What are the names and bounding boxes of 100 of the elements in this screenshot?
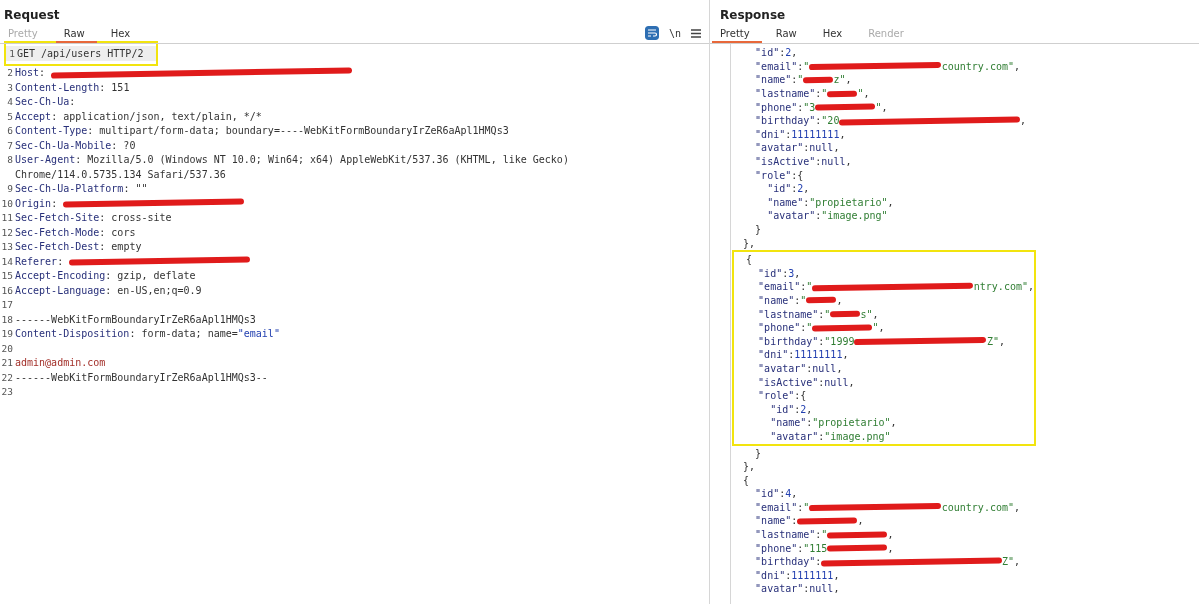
code-text: Origin: — [15, 197, 59, 209]
line-number: 7 — [6, 139, 13, 151]
redaction-mark — [815, 103, 876, 111]
code-text: "phone":" — [758, 322, 813, 334]
redaction-mark — [803, 76, 834, 84]
tab[interactable]: Hex — [814, 26, 855, 43]
code-text: Content-Type: multipart/form-data; boundary=----WebKitFormBoundaryIrZeR6aApl1HMQs3 — [15, 125, 509, 137]
code-text: "avatar":null, — [758, 362, 843, 374]
line-number: 8 — [6, 154, 13, 166]
code-text: "id":2, — [770, 403, 813, 415]
line-number: 9 — [6, 183, 13, 195]
code-text: country.com", — [941, 501, 1021, 513]
redaction-mark — [812, 324, 873, 332]
line-number: 1 — [8, 47, 15, 59]
code-text: "isActive":null, — [758, 376, 855, 388]
code-text: country.com", — [941, 60, 1021, 72]
code-text: Referer: — [15, 255, 65, 267]
code-text: "birthday":"20 — [755, 115, 840, 127]
redaction-mark — [806, 297, 837, 304]
code-text: "id":3, — [758, 267, 801, 279]
code-text: , — [857, 515, 864, 527]
line-number: 14 — [0, 255, 13, 267]
panel-title: Response — [720, 8, 786, 22]
line-number: 21 — [0, 357, 13, 369]
code-text: Sec-Ch-Ua: — [15, 96, 76, 108]
line-number: 6 — [6, 125, 13, 137]
code-text: Sec-Fetch-Mode: cors — [15, 226, 136, 238]
redaction-mark — [797, 517, 858, 525]
code-text: "email":" — [755, 60, 810, 72]
code-text: "name":" — [755, 74, 804, 86]
code-text: ntry.com", — [973, 281, 1034, 293]
code-text: "dni":11111111, — [755, 128, 846, 140]
redaction-mark — [827, 531, 888, 539]
line-number: 15 — [0, 270, 13, 282]
code-text: ------WebKitFormBoundaryIrZeR6aApl1HMQs3 — [15, 313, 256, 325]
code-text: Z", — [986, 335, 1005, 347]
code-text: Host: — [15, 67, 47, 79]
code-text: User-Agent: Mozilla/5.0 (Windows NT 10.0; Win64; x64) AppleWebKit/537.36 (KHTML, like Gecko) — [15, 154, 569, 166]
line-number: 2 — [6, 67, 13, 79]
line-number: 18 — [0, 313, 13, 325]
line-number: 23 — [0, 386, 13, 398]
line-number: 3 — [6, 81, 13, 93]
code-text: Sec-Ch-Ua-Platform: "" — [15, 183, 148, 195]
tab[interactable]: Hex — [102, 26, 143, 43]
line-number: 17 — [0, 299, 13, 311]
code-text: Content-Length: 151 — [15, 81, 130, 93]
tab[interactable]: Raw — [55, 26, 97, 43]
line-number: 19 — [0, 328, 13, 340]
line-number: 5 — [6, 110, 13, 122]
code-text: }, — [743, 237, 756, 249]
code-text: ", — [872, 322, 885, 334]
code-text: , — [887, 529, 894, 541]
code-text: Content-Disposition: form-data; name="email" — [15, 328, 280, 340]
tab[interactable]: Pretty — [712, 26, 762, 43]
newline-toggle[interactable]: \n — [668, 27, 681, 39]
code-text: "dni":11111111, — [758, 349, 849, 361]
code-text: "avatar":"image.png" — [770, 430, 891, 442]
redaction-mark — [827, 544, 888, 552]
code-text: ", — [857, 88, 870, 100]
code-text: "name":"propietario", — [767, 196, 894, 208]
code-text: GET /api/users HTTP/2 — [17, 47, 144, 59]
tab[interactable]: Raw — [767, 26, 809, 43]
code-text: }, — [743, 461, 756, 473]
code-text: "dni":1111111, — [755, 569, 840, 581]
code-text: "role":{ — [755, 169, 804, 181]
code-text: "id":4, — [755, 488, 798, 500]
line-number: 4 — [6, 96, 13, 108]
code-text: "name": — [755, 515, 798, 527]
code-text: , — [836, 295, 843, 306]
code-text: Sec-Fetch-Dest: empty — [15, 241, 142, 253]
line-number: 11 — [0, 212, 13, 224]
panel-title: Request — [4, 8, 60, 22]
code-text: Sec-Fetch-Site: cross-site — [15, 212, 172, 224]
line-number: 16 — [0, 284, 13, 296]
redaction-mark — [827, 90, 858, 97]
code-text: "lastname":" — [755, 88, 828, 100]
code-text: "name":"propietario", — [770, 417, 897, 429]
code-text: "avatar":null, — [755, 142, 840, 154]
code-text: ", — [875, 101, 888, 113]
line-number: 10 — [0, 197, 13, 209]
code-text: "birthday":"1999 — [758, 335, 855, 347]
code-text: } — [755, 447, 762, 459]
code-text: Sec-Ch-Ua-Mobile: ?0 — [15, 139, 136, 151]
code-text: "phone":"115 — [755, 542, 828, 554]
code-text: "birthday": — [755, 556, 822, 568]
line-number: 12 — [0, 226, 13, 238]
code-text: "email":" — [755, 501, 810, 513]
code-text: "role":{ — [758, 390, 807, 402]
code-text: "lastname":" — [755, 529, 828, 541]
code-text: "id":2, — [767, 183, 810, 195]
code-text: "lastname":" — [758, 308, 831, 320]
code-text: Accept: application/json, text/plain, */* — [15, 110, 262, 122]
line-number: 13 — [0, 241, 13, 253]
code-text: { — [746, 254, 753, 266]
code-text: { — [743, 474, 750, 486]
code-text: admin@admin.com — [15, 357, 106, 369]
menu-icon[interactable] — [691, 28, 701, 38]
wrap-icon[interactable] — [644, 26, 659, 40]
code-text: z", — [833, 74, 852, 86]
code-text: , — [887, 542, 894, 554]
